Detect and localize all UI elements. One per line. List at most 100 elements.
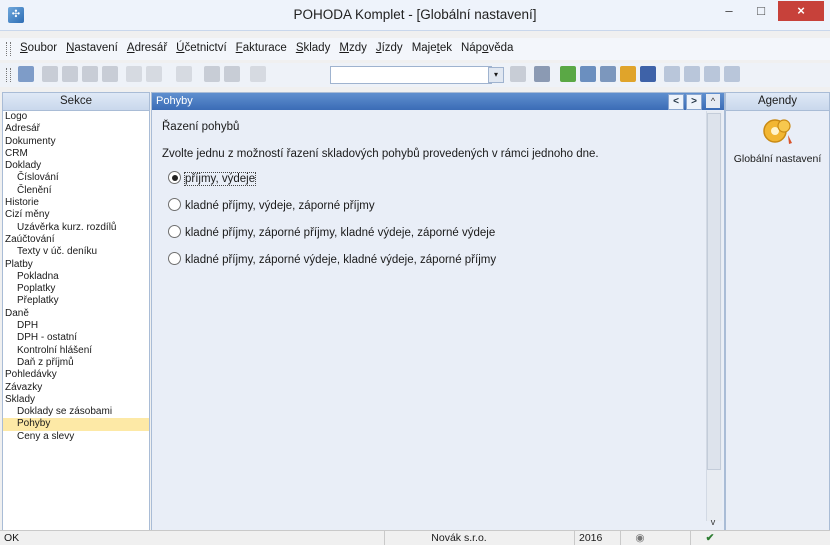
sekce-item[interactable]: Sklady: [3, 394, 149, 406]
sekce-item[interactable]: Daň z příjmů: [3, 357, 149, 369]
next-button[interactable]: >: [686, 94, 702, 110]
sekce-item[interactable]: Adresář: [3, 123, 149, 135]
sekce-item[interactable]: Cizí měny: [3, 209, 149, 221]
radio-option-2[interactable]: kladné příjmy, výdeje, záporné příjmy: [168, 198, 375, 214]
agendy-panel: Agendy Globální nastavení: [725, 92, 830, 532]
radio-option-4[interactable]: kladné příjmy, záporné výdeje, kladné vý…: [168, 252, 496, 268]
sekce-item[interactable]: Platby: [3, 259, 149, 271]
save-as-icon[interactable]: [224, 66, 240, 82]
edit-icon[interactable]: [146, 66, 162, 82]
menu-item[interactable]: Účetnictví: [176, 42, 227, 54]
sekce-item[interactable]: Číslování: [3, 172, 149, 184]
sekce-item[interactable]: Členění: [3, 185, 149, 197]
sekce-item[interactable]: Daně: [3, 308, 149, 320]
sekce-list: Logo Adresář Dokumenty CRM Doklady Číslování Č…: [3, 111, 149, 443]
close-button[interactable]: ×: [778, 1, 824, 21]
tools-icon[interactable]: [620, 66, 636, 82]
menu-item[interactable]: Fakturace: [236, 42, 287, 54]
menu-item[interactable]: Soubor: [20, 42, 57, 54]
sekce-item[interactable]: Historie: [3, 197, 149, 209]
window-title: POHODA Komplet - [Globální nastavení]: [293, 7, 537, 22]
radio-option-1[interactable]: příjmy, výdeje: [168, 171, 257, 187]
main-header: Pohyby < > ^: [152, 93, 724, 110]
sekce-item[interactable]: Pohledávky: [3, 369, 149, 381]
record-icon[interactable]: [18, 66, 34, 82]
maximize-button[interactable]: □: [746, 1, 776, 21]
checkmark-icon: ✔: [690, 531, 725, 545]
filter-icon[interactable]: [510, 66, 526, 82]
lock-icon: ◉: [620, 531, 655, 545]
sekce-item[interactable]: Zaúčtování: [3, 234, 149, 246]
menu-bar: Soubor Nastavení Adresář Účetnictví Fakturac…: [0, 38, 830, 60]
window-tile-icon[interactable]: [684, 66, 700, 82]
sekce-item[interactable]: DPH - ostatní: [3, 332, 149, 344]
mail-icon[interactable]: [102, 66, 118, 82]
menu-item[interactable]: Nastavení: [66, 42, 118, 54]
section-title: Řazení pohybů: [162, 121, 240, 133]
settings-gears-icon[interactable]: [762, 117, 794, 147]
sekce-item[interactable]: Závazky: [3, 382, 149, 394]
sekce-item[interactable]: Pohyby: [3, 418, 149, 431]
window-icon[interactable]: [664, 66, 680, 82]
radio-label: kladné příjmy, záporné příjmy, kladné vý…: [185, 227, 496, 239]
help-icon[interactable]: [724, 66, 740, 82]
print-icon[interactable]: [42, 66, 58, 82]
settings-content: Řazení pohybů Zvolte jednu z možností řa…: [162, 121, 702, 266]
menu-item[interactable]: Adresář: [127, 42, 167, 54]
radio-button[interactable]: [168, 198, 181, 211]
sekce-item[interactable]: Pokladna: [3, 271, 149, 283]
refresh-icon[interactable]: [560, 66, 576, 82]
sekce-item[interactable]: Dokumenty: [3, 136, 149, 148]
folder-icon[interactable]: [534, 66, 550, 82]
toolbar: ▾: [0, 63, 830, 87]
scrollbar-thumb[interactable]: [707, 113, 721, 470]
agendy-header: Agendy: [726, 93, 829, 111]
menu-item[interactable]: Majetek: [412, 42, 452, 54]
sekce-header: Sekce: [3, 93, 149, 111]
scroll-up-button[interactable]: ^: [706, 94, 720, 108]
radio-label: příjmy, výdeje: [183, 172, 257, 186]
sekce-item[interactable]: Ceny a slevy: [3, 431, 149, 443]
sekce-item[interactable]: Texty v úč. deníku: [3, 246, 149, 258]
status-year: 2016: [574, 531, 615, 545]
sekce-item[interactable]: Poplatky: [3, 283, 149, 295]
sekce-item[interactable]: Uzávěrka kurz. rozdílů: [3, 222, 149, 234]
window-cascade-icon[interactable]: [704, 66, 720, 82]
calculator-icon[interactable]: [600, 66, 616, 82]
menu-item[interactable]: Nápověda: [461, 42, 513, 54]
copy-icon[interactable]: [250, 66, 266, 82]
title-bar: ✣ POHODA Komplet - [Globální nastavení] …: [0, 0, 830, 31]
sekce-item[interactable]: Přeplatky: [3, 295, 149, 307]
section-description: Zvolte jednu z možností řazení skladovýc…: [162, 148, 599, 160]
radio-option-3[interactable]: kladné příjmy, záporné příjmy, kladné vý…: [168, 225, 495, 241]
radio-button[interactable]: [168, 225, 181, 238]
calendar-icon[interactable]: [580, 66, 596, 82]
status-company: Novák s.r.o.: [384, 531, 529, 545]
main-panel: Pohyby < > ^ v Řazení pohybů Zvolte jedn…: [151, 92, 725, 532]
radio-button[interactable]: [168, 171, 181, 184]
sekce-item[interactable]: Kontrolní hlášení: [3, 345, 149, 357]
save-icon[interactable]: [204, 66, 220, 82]
scroll-down-button[interactable]: v: [706, 517, 720, 529]
sekce-item[interactable]: DPH: [3, 320, 149, 332]
radio-button[interactable]: [168, 252, 181, 265]
toolbar-grip[interactable]: [6, 68, 11, 82]
chevron-down-icon[interactable]: ▾: [488, 67, 504, 83]
sekce-item[interactable]: Doklady: [3, 160, 149, 172]
agenda-item-globalni-nastaveni[interactable]: Globální nastavení: [726, 153, 829, 165]
menu-item[interactable]: Jízdy: [376, 42, 403, 54]
export-icon[interactable]: [82, 66, 98, 82]
toolbar-combo-input[interactable]: [330, 66, 492, 84]
iban-icon[interactable]: [640, 66, 656, 82]
prev-button[interactable]: <: [668, 94, 684, 110]
new-icon[interactable]: [126, 66, 142, 82]
print-preview-icon[interactable]: [62, 66, 78, 82]
sekce-item[interactable]: CRM: [3, 148, 149, 160]
minimize-button[interactable]: –: [714, 1, 744, 21]
delete-icon[interactable]: [176, 66, 192, 82]
sekce-item[interactable]: Logo: [3, 111, 149, 123]
menu-item[interactable]: Mzdy: [339, 42, 367, 54]
menu-grip[interactable]: [6, 42, 11, 56]
sekce-item[interactable]: Doklady se zásobami: [3, 406, 149, 418]
menu-item[interactable]: Sklady: [296, 42, 331, 54]
